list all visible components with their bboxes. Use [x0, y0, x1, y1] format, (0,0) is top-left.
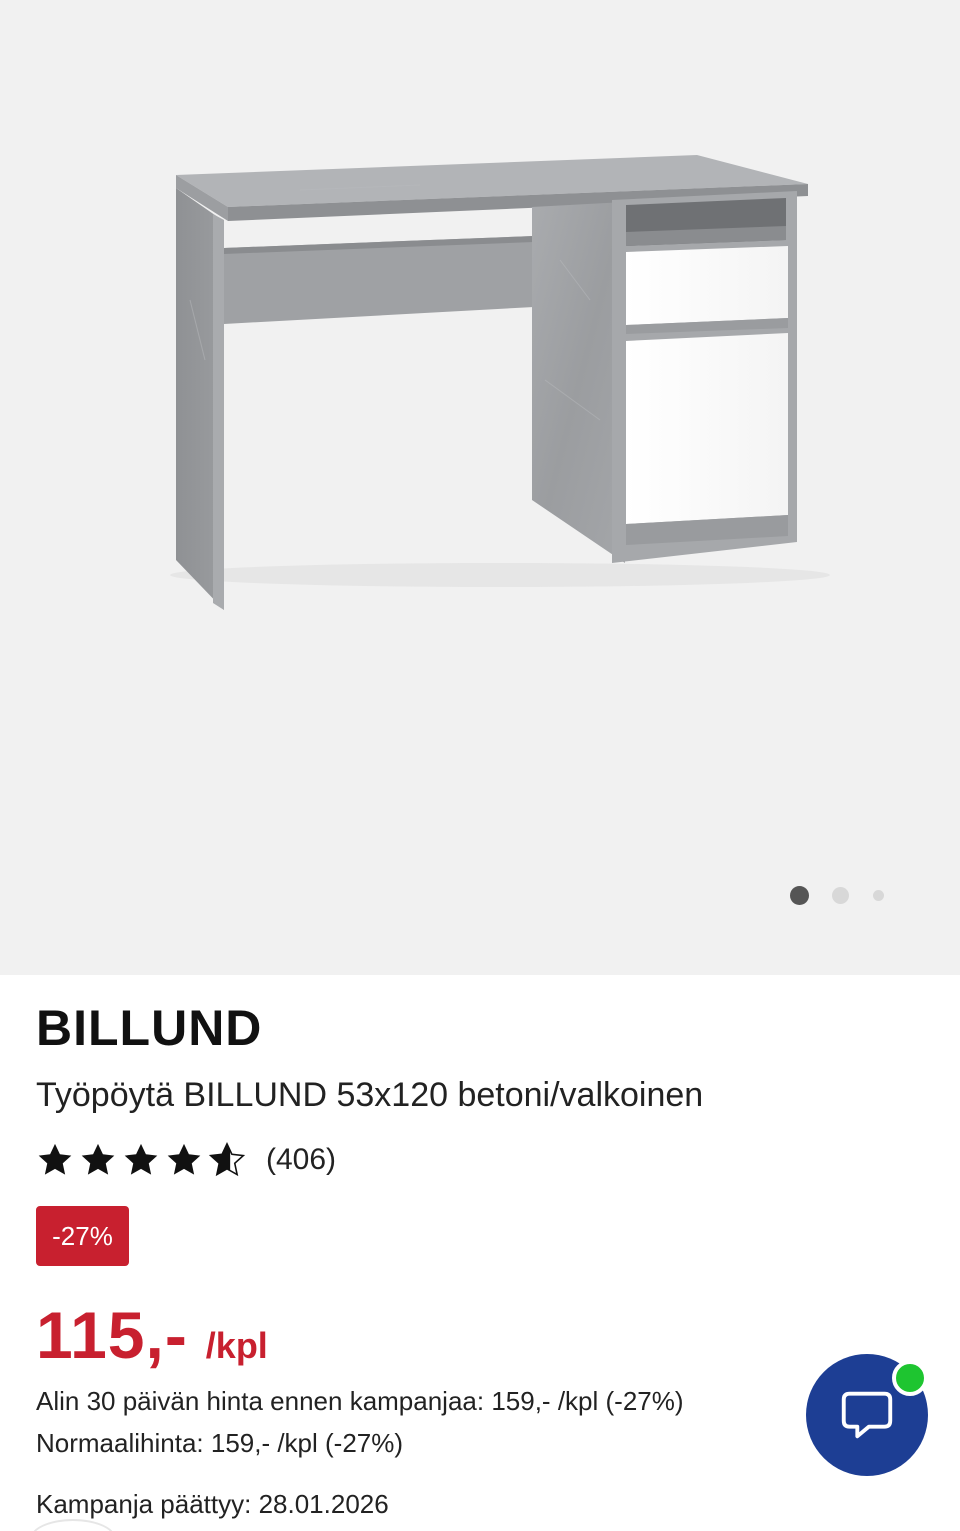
- star-full-icon: [167, 1143, 201, 1175]
- gallery-dot[interactable]: [873, 890, 884, 901]
- product-image[interactable]: [0, 0, 960, 975]
- product-rating[interactable]: (406): [36, 1141, 336, 1179]
- product-name: Työpöytä BILLUND 53x120 betoni/valkoinen: [36, 1076, 704, 1114]
- product-brand: BILLUND: [36, 1000, 263, 1056]
- normal-price-note: Normaalihinta: 159,- /kpl (-27%): [36, 1428, 404, 1458]
- price-unit: /kpl: [205, 1325, 268, 1366]
- gallery-pagination[interactable]: [790, 886, 884, 905]
- star-full-icon: [124, 1143, 158, 1175]
- rating-stars: [36, 1141, 251, 1179]
- star-full-icon: [81, 1143, 115, 1175]
- gallery-dot[interactable]: [832, 887, 849, 904]
- lowest-price-note: Alin 30 päivän hinta ennen kampanjaa: 15…: [36, 1386, 684, 1416]
- campaign-end-date: Kampanja päättyy: 28.01.2026: [36, 1489, 389, 1519]
- star-half-icon: [208, 1141, 246, 1177]
- partial-circle-button[interactable]: [30, 1519, 116, 1531]
- price-amount: 115,-: [36, 1298, 188, 1372]
- product-image-gallery[interactable]: [0, 0, 960, 975]
- product-price: 115,- /kpl: [36, 1297, 268, 1373]
- gallery-dot-active[interactable]: [790, 886, 809, 905]
- star-full-icon: [38, 1143, 72, 1175]
- discount-badge: -27%: [36, 1206, 129, 1266]
- chat-bubble-icon: [841, 1391, 893, 1439]
- review-count[interactable]: (406): [266, 1143, 336, 1177]
- chat-online-indicator: [892, 1360, 928, 1396]
